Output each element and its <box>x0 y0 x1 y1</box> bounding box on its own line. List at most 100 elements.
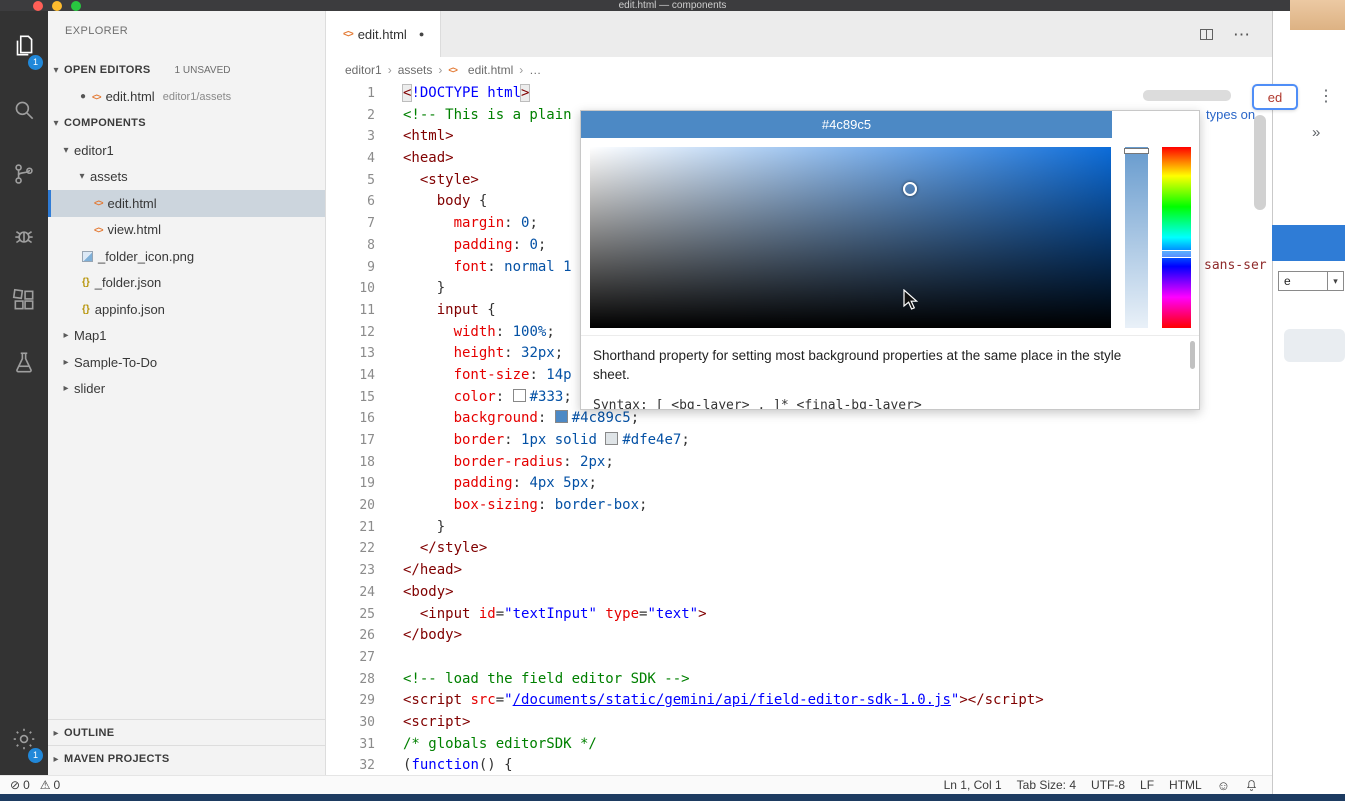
components-section-header[interactable]: ▾ COMPONENTS <box>48 111 325 135</box>
hue-handle[interactable] <box>1162 250 1191 258</box>
status-item[interactable]: Ln 1, Col 1 <box>944 778 1002 792</box>
opacity-handle[interactable] <box>1124 148 1149 154</box>
desktop-corner <box>1290 0 1345 30</box>
tab-label: edit.html <box>358 27 407 42</box>
code-line[interactable]: 26</body> <box>325 625 1272 647</box>
tree-item-map1[interactable]: ▸Map1 <box>48 323 325 350</box>
token-tag: > <box>698 606 706 622</box>
explorer-badge: 1 <box>28 55 43 70</box>
notifications-bell-icon[interactable] <box>1245 779 1258 792</box>
code-line[interactable]: 28<!-- load the field editor SDK --> <box>325 669 1272 691</box>
token-plain <box>403 345 454 361</box>
code-line[interactable]: 30<script> <box>325 712 1272 734</box>
color-selection-handle[interactable] <box>903 182 917 196</box>
color-swatch[interactable] <box>555 410 568 423</box>
tree-item-sample-to-do[interactable]: ▸Sample-To-Do <box>48 349 325 376</box>
color-swatch[interactable] <box>513 389 526 402</box>
breadcrumb-scrollbar[interactable] <box>1143 90 1231 101</box>
status-item[interactable]: UTF-8 <box>1091 778 1125 792</box>
settings-gear-icon[interactable]: 1 <box>0 719 48 759</box>
code-line[interactable]: 24<body> <box>325 582 1272 604</box>
tab-edit-html[interactable]: <> edit.html ● <box>325 11 441 57</box>
maven-projects-section[interactable]: ▸ MAVEN PROJECTS <box>48 745 325 772</box>
more-actions-icon[interactable]: ⋯ <box>1233 26 1250 43</box>
warning-icon: ⚠ <box>40 778 51 792</box>
code-line[interactable]: 23</head> <box>325 560 1272 582</box>
browser-pill-button[interactable]: ed <box>1252 84 1298 110</box>
code-line[interactable]: 17 border: 1px solid #dfe4e7; <box>325 430 1272 452</box>
test-beaker-icon[interactable] <box>0 343 48 383</box>
html-file-icon: <> <box>94 198 103 208</box>
line-number: 1 <box>325 83 375 105</box>
kebab-menu-icon[interactable]: ⋮ <box>1318 86 1334 106</box>
sidebar-title: EXPLORER <box>65 25 128 37</box>
hover-scrollbar[interactable] <box>1190 341 1195 369</box>
chevrons-icon[interactable]: » <box>1312 124 1320 141</box>
code-line[interactable]: 19 padding: 4px 5px; <box>325 473 1272 495</box>
hue-slider[interactable] <box>1162 147 1191 328</box>
open-editors-header[interactable]: ▾ OPEN EDITORS 1 UNSAVED <box>48 58 325 82</box>
outline-section[interactable]: ▸ OUTLINE <box>48 719 325 746</box>
editor-scrollbar[interactable] <box>1254 115 1266 210</box>
split-editor-icon[interactable] <box>1198 26 1215 43</box>
tree-item-view.html[interactable]: <>view.html <box>48 217 325 244</box>
color-swatch[interactable] <box>605 432 618 445</box>
extensions-icon[interactable] <box>0 280 48 320</box>
token-plain <box>597 432 605 448</box>
breadcrumb-item[interactable]: edit.html <box>468 63 513 77</box>
line-number: 21 <box>325 517 375 539</box>
token-prop: id <box>479 606 496 622</box>
open-editor-item[interactable]: ● <> edit.html editor1/assets <box>48 84 325 109</box>
breadcrumb-item[interactable]: … <box>529 63 541 77</box>
open-editor-name: edit.html <box>106 89 155 104</box>
line-number: 28 <box>325 669 375 691</box>
feedback-smiley-icon[interactable]: ☺ <box>1217 778 1230 793</box>
token-plain: ; <box>588 475 596 491</box>
tree-item-assets[interactable]: ▾assets <box>48 164 325 191</box>
code-text: border-radius: 2px; <box>403 452 614 474</box>
color-hex-header[interactable]: #4c89c5 <box>581 111 1112 138</box>
code-line[interactable]: 16 background: #4c89c5; <box>325 408 1272 430</box>
breadcrumb-item[interactable]: assets <box>398 63 433 77</box>
problems-indicator[interactable]: ⊘ 0 ⚠ 0 <box>10 778 60 792</box>
browser-blue-button[interactable] <box>1272 225 1345 261</box>
code-line[interactable]: 21 } <box>325 517 1272 539</box>
tab-modified-dot[interactable]: ● <box>419 29 424 39</box>
code-line[interactable]: 18 border-radius: 2px; <box>325 452 1272 474</box>
code-line[interactable]: 1<!DOCTYPE html> <box>325 83 1272 105</box>
saturation-value-gradient[interactable] <box>590 147 1111 328</box>
source-control-icon[interactable] <box>0 154 48 194</box>
token-prop: font-size <box>454 367 530 383</box>
combo-dropdown-icon[interactable]: ▾ <box>1327 272 1343 290</box>
search-icon[interactable] <box>0 90 48 130</box>
code-line[interactable]: 20 box-sizing: border-box; <box>325 495 1272 517</box>
status-item[interactable]: LF <box>1140 778 1154 792</box>
hover-description: Shorthand property for setting most back… <box>593 346 1153 384</box>
browser-combo-input[interactable]: e ▾ <box>1278 271 1344 291</box>
status-item[interactable]: Tab Size: 4 <box>1017 778 1076 792</box>
explorer-icon[interactable]: 1 <box>0 26 48 66</box>
code-line[interactable]: 25 <input id="textInput" type="text"> <box>325 604 1272 626</box>
token-doctype: !DOCTYPE html <box>411 85 521 101</box>
token-plain <box>403 237 454 253</box>
browser-link-text[interactable]: types on <box>1206 107 1255 122</box>
opacity-slider[interactable] <box>1125 147 1148 328</box>
tree-item-edit.html[interactable]: <>edit.html <box>48 190 325 217</box>
tree-item-slider[interactable]: ▸slider <box>48 376 325 403</box>
code-line[interactable]: 32(function() { <box>325 755 1272 775</box>
code-line[interactable]: 27 <box>325 647 1272 669</box>
debug-icon[interactable] <box>0 216 48 256</box>
code-line[interactable]: 22 </style> <box>325 538 1272 560</box>
tree-item-_folder.json[interactable]: {}_folder.json <box>48 270 325 297</box>
tree-item-appinfo.json[interactable]: {}appinfo.json <box>48 296 325 323</box>
code-line[interactable]: 31/* globals editorSDK */ <box>325 734 1272 756</box>
html-file-icon: <> <box>343 29 353 40</box>
token-val: border-box <box>555 497 639 513</box>
html-file-icon: <> <box>92 92 101 102</box>
breadcrumb-item[interactable]: editor1 <box>345 63 382 77</box>
tree-item-editor1[interactable]: ▾editor1 <box>48 137 325 164</box>
tree-item-_folder_icon.png[interactable]: _folder_icon.png <box>48 243 325 270</box>
code-line[interactable]: 29<script src="/documents/static/gemini/… <box>325 690 1272 712</box>
line-number: 19 <box>325 473 375 495</box>
status-item[interactable]: HTML <box>1169 778 1202 792</box>
